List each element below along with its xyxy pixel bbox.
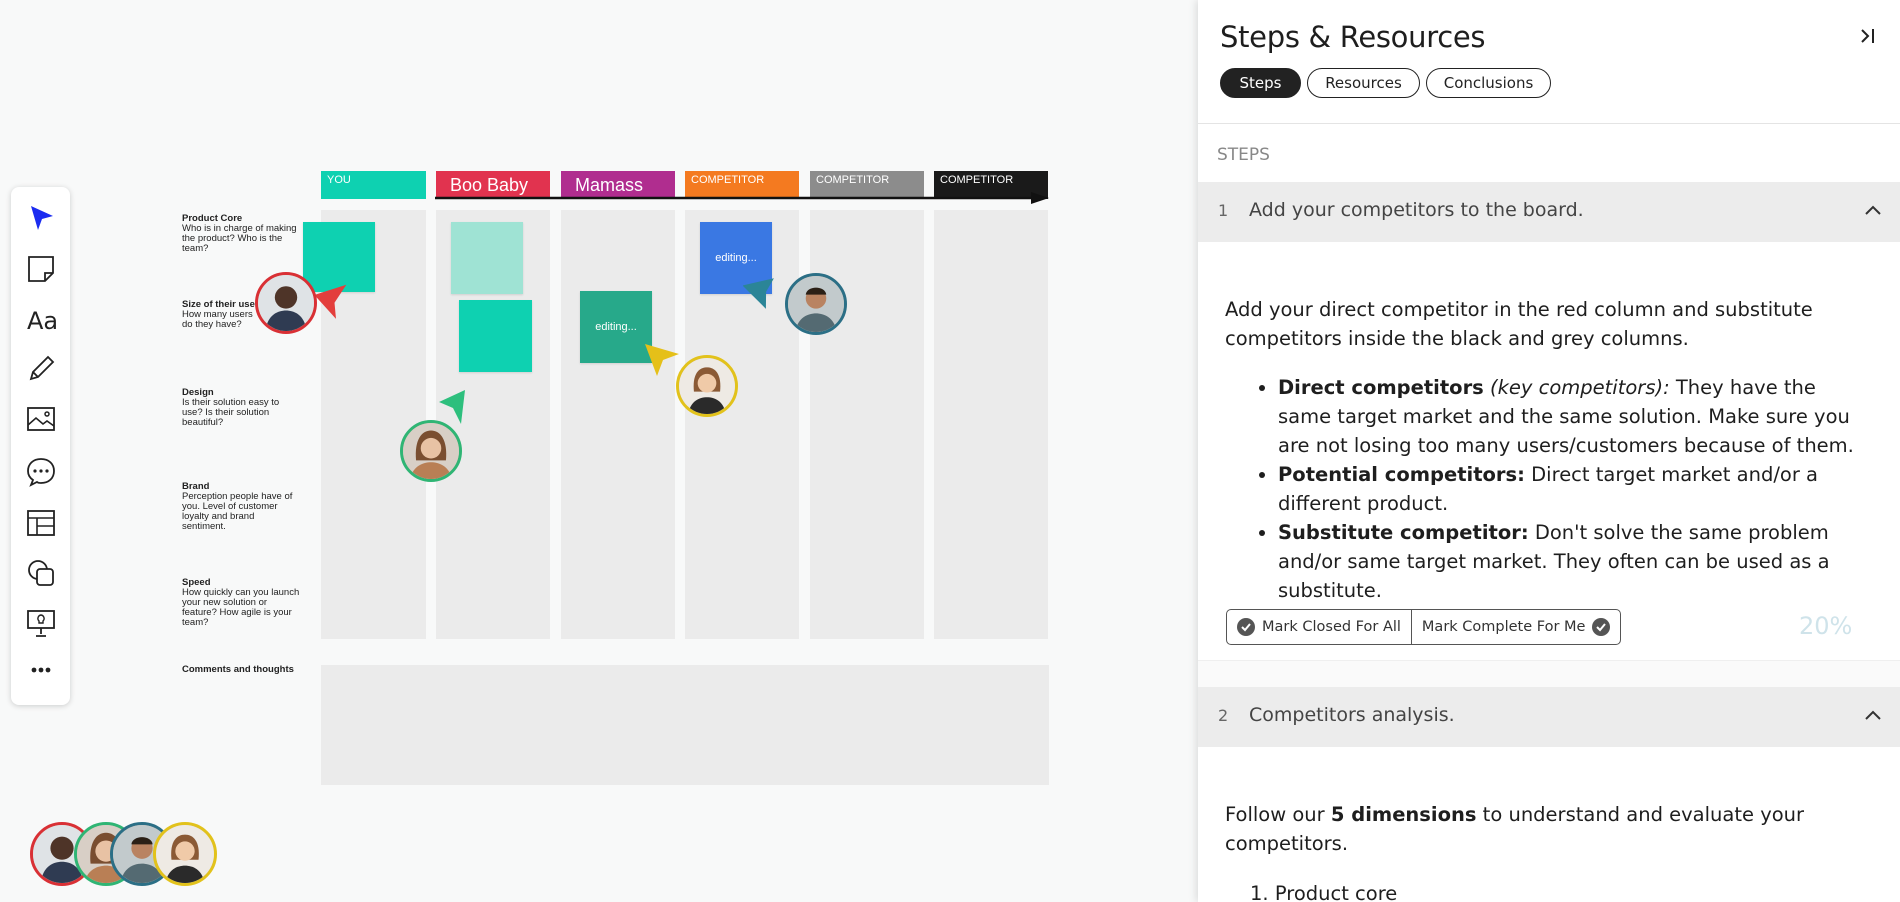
collaborator-avatar[interactable] (255, 272, 317, 334)
check-circle-icon (1237, 618, 1255, 636)
svg-text:Aa: Aa (27, 307, 57, 335)
divider (1198, 123, 1900, 124)
mark-complete-for-me-button[interactable]: Mark Complete For Me (1410, 610, 1621, 644)
panel-title: Steps & Resources (1220, 20, 1486, 54)
list-item: Potential competitors: Direct target mar… (1278, 460, 1875, 518)
row-label: Brand Perception people have of you. Leve… (182, 481, 293, 532)
text-icon[interactable]: Aa (25, 303, 57, 335)
collaborator-cursor-icon (645, 344, 679, 376)
step-progress: 20% (1799, 612, 1853, 640)
row-label: Size of their user How many users do they… (182, 299, 259, 330)
collaborator-cursor-icon (315, 284, 347, 319)
chevron-up-icon[interactable] (1863, 705, 1883, 725)
row-label: Design Is their solution easy to use? Is … (182, 387, 280, 428)
collaborator-avatar[interactable] (400, 420, 462, 482)
select-icon[interactable] (25, 202, 57, 234)
chevron-up-icon[interactable] (1863, 200, 1883, 220)
comment-icon[interactable] (25, 456, 57, 488)
tab-resources[interactable]: Resources (1307, 68, 1420, 98)
image-icon[interactable] (25, 403, 57, 435)
step-1-header[interactable]: 1 Add your competitors to the board. (1198, 182, 1900, 242)
step-title: Competitors analysis. (1249, 704, 1455, 726)
row-label: Comments and thoughts (182, 664, 294, 675)
collapse-panel-icon[interactable] (1858, 26, 1878, 51)
step-1-bullets: Direct competitors (key competitors): Th… (1225, 373, 1875, 605)
check-circle-icon (1592, 618, 1611, 636)
tab-conclusions[interactable]: Conclusions (1426, 68, 1551, 98)
divider (1198, 660, 1900, 687)
pen-icon[interactable] (25, 353, 57, 385)
presentation-icon[interactable] (25, 607, 57, 639)
step-2-intro: Follow our 5 dimensions to understand an… (1225, 803, 1805, 855)
mark-buttons-group: Mark Closed For All Mark Complete For Me (1226, 609, 1622, 645)
list-item: Substitute competitor: Don't solve the s… (1278, 518, 1875, 605)
collaborator-avatar[interactable] (153, 822, 217, 886)
column-header[interactable]: YOU (321, 171, 426, 199)
step-number: 2 (1218, 706, 1229, 725)
list-item: Direct competitors (key competitors): Th… (1278, 373, 1875, 460)
sticky-note[interactable] (459, 300, 532, 372)
row-label: Product Core Who is in charge of making t… (182, 213, 297, 254)
tab-steps[interactable]: Steps (1220, 68, 1301, 98)
board-column[interactable] (561, 210, 675, 639)
board-column[interactable] (934, 210, 1048, 639)
collaborator-avatar[interactable] (785, 273, 847, 335)
mark-closed-for-all-button[interactable]: Mark Closed For All (1227, 610, 1411, 644)
sticky-note[interactable]: editing... (580, 291, 652, 363)
sticky-note-icon[interactable] (25, 253, 57, 285)
whiteboard-canvas[interactable]: Aa YOU Boo Baby Mamass COMPETITOR COMPETITOR… (0, 0, 1198, 902)
shapes-icon[interactable] (25, 557, 57, 589)
comments-area[interactable] (321, 665, 1049, 785)
step-number: 1 (1218, 201, 1229, 220)
sticky-note[interactable] (451, 222, 523, 294)
step-1-intro: Add your direct competitor in the red co… (1225, 298, 1813, 350)
steps-heading: STEPS (1217, 145, 1270, 165)
collaborator-cursor-icon (743, 278, 774, 309)
timeline-arrow (435, 192, 1049, 204)
step-2-header[interactable]: 2 Competitors analysis. (1198, 687, 1900, 747)
list-item: 1. Product core (1250, 882, 1398, 902)
step-title: Add your competitors to the board. (1249, 199, 1584, 221)
tools-toolbar: Aa (11, 187, 70, 705)
more-icon[interactable] (25, 654, 57, 686)
steps-resources-panel: Steps & Resources Steps Resources Conclu… (1198, 0, 1900, 902)
template-icon[interactable] (25, 507, 57, 539)
collaborator-avatar[interactable] (676, 355, 738, 417)
row-label: Speed How quickly can you launch your new… (182, 577, 300, 628)
